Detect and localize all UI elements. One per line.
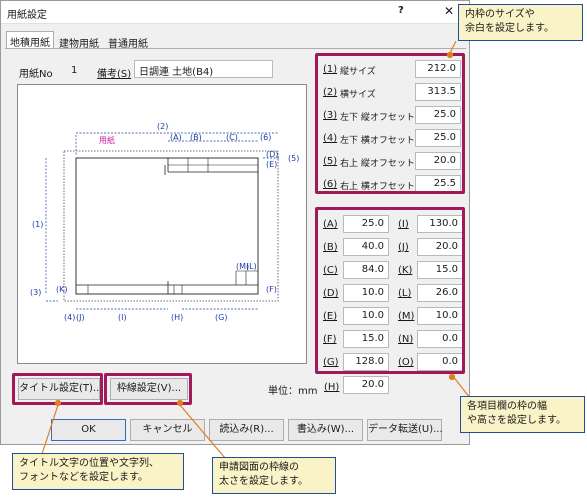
- h-key-label: (H): [324, 382, 340, 393]
- title-setting-button[interactable]: タイトル設定(T)...: [18, 378, 102, 400]
- size-input-2[interactable]: 313.5: [415, 83, 461, 101]
- column-key-i: (I): [398, 219, 409, 230]
- size-label-5: 右上 縦オフセット: [340, 159, 415, 169]
- dim-label-i: (I): [118, 313, 127, 322]
- column-key-m: (M): [398, 311, 415, 322]
- size-input-3[interactable]: 25.0: [415, 106, 461, 124]
- h-value-input[interactable]: 20.0: [343, 376, 389, 394]
- column-key-j: (J): [398, 242, 409, 253]
- dim-label-k: (K): [56, 285, 68, 294]
- column-input-k[interactable]: 15.0: [417, 261, 463, 279]
- paper-layout-preview: (2) 用紙 (A) (B) (C) (6) (D) (E) (5) (1) (…: [17, 84, 307, 364]
- size-key-5: (5): [323, 156, 338, 167]
- callout-frame: 申請図面の枠線の 太さを設定します。: [212, 457, 336, 494]
- dim-label-1: (1): [32, 220, 43, 229]
- dim-label-a: (A): [170, 133, 182, 142]
- dim-label-e: (E): [266, 160, 277, 169]
- size-label-1: 縦サイズ: [340, 67, 376, 77]
- size-label-3: 左下 縦オフセット: [340, 113, 415, 123]
- column-key-k: (K): [398, 265, 413, 276]
- load-button[interactable]: 読込み(R)...: [209, 419, 284, 441]
- size-input-4[interactable]: 25.0: [415, 129, 461, 147]
- column-key-c: (C): [323, 265, 338, 276]
- column-input-i[interactable]: 130.0: [417, 215, 463, 233]
- column-input-j[interactable]: 20.0: [417, 238, 463, 256]
- column-input-a[interactable]: 25.0: [343, 215, 389, 233]
- write-button[interactable]: 書込み(W)...: [288, 419, 363, 441]
- column-key-g: (G): [323, 357, 339, 368]
- callout-size: 内枠のサイズや 余白を設定します。: [458, 4, 583, 41]
- paper-label: 用紙: [99, 135, 115, 145]
- dim-label-6: (6): [260, 133, 271, 142]
- column-input-e[interactable]: 10.0: [343, 307, 389, 325]
- column-input-f[interactable]: 15.0: [343, 330, 389, 348]
- help-icon[interactable]: ?: [398, 5, 404, 16]
- column-key-a: (A): [323, 219, 338, 230]
- paper-no-label: 用紙No: [19, 69, 53, 80]
- title-bar: 用紙設定 ? ✕: [1, 1, 469, 24]
- size-key-1: (1): [323, 64, 338, 75]
- column-key-f: (F): [323, 334, 337, 345]
- size-input-5[interactable]: 20.0: [415, 152, 461, 170]
- column-input-g[interactable]: 128.0: [343, 353, 389, 371]
- dim-label-d: (D): [266, 150, 278, 159]
- data-transfer-button[interactable]: データ転送(U)...: [367, 419, 443, 441]
- dim-label-j: (J): [76, 313, 85, 322]
- tab-land-paper[interactable]: 地積用紙: [6, 31, 54, 49]
- column-key-o: (O): [398, 357, 414, 368]
- dim-label-4: (4): [64, 313, 75, 322]
- size-key-4: (4): [323, 133, 338, 144]
- size-key-6: (6): [323, 179, 338, 190]
- column-input-c[interactable]: 84.0: [343, 261, 389, 279]
- cancel-button[interactable]: キャンセル: [130, 419, 205, 441]
- size-input-6[interactable]: 25.5: [415, 175, 461, 193]
- size-label-6: 右上 横オフセット: [340, 182, 415, 192]
- tab-normal-paper[interactable]: 普通用紙: [105, 33, 151, 50]
- dim-label-c: (C): [226, 133, 238, 142]
- column-input-l[interactable]: 26.0: [417, 284, 463, 302]
- close-icon[interactable]: ✕: [444, 4, 454, 18]
- column-input-o[interactable]: 0.0: [417, 353, 463, 371]
- dim-label-3: (3): [30, 288, 41, 297]
- note-input[interactable]: 日調連 土地(B4): [134, 60, 273, 78]
- column-key-b: (B): [323, 242, 338, 253]
- dim-label-f: (F): [266, 285, 277, 294]
- size-label-2: 横サイズ: [340, 90, 376, 100]
- size-key-3: (3): [323, 110, 338, 121]
- unit-label: 単位：mm: [268, 386, 318, 397]
- frame-setting-button[interactable]: 枠線設定(V)...: [110, 378, 188, 400]
- column-input-d[interactable]: 10.0: [343, 284, 389, 302]
- column-key-d: (D): [323, 288, 339, 299]
- diagram-labels: (2) 用紙 (A) (B) (C) (6) (D) (E) (5) (1) (…: [30, 122, 299, 322]
- callout-title: タイトル文字の位置や文字列、 フォントなどを設定します。: [12, 453, 184, 490]
- callout-columns: 各項目欄の枠の幅 や高さを設定します。: [460, 396, 585, 433]
- column-key-l: (L): [398, 288, 412, 299]
- dim-label-g: (G): [215, 313, 227, 322]
- column-input-b[interactable]: 40.0: [343, 238, 389, 256]
- dim-label-l: (L): [246, 262, 257, 271]
- dim-label-5: (5): [288, 154, 299, 163]
- dim-label-2: (2): [157, 122, 168, 131]
- column-key-n: (N): [398, 334, 414, 345]
- paper-settings-dialog: 用紙設定 ? ✕ 地積用紙 建物用紙 普通用紙 用紙No 1 備考(S) 日調連…: [0, 0, 470, 445]
- dim-label-h: (H): [171, 313, 183, 322]
- column-input-n[interactable]: 0.0: [417, 330, 463, 348]
- tab-divider: [5, 48, 466, 49]
- size-key-2: (2): [323, 87, 338, 98]
- note-label: 備考(S): [97, 69, 132, 80]
- layout-diagram: (2) 用紙 (A) (B) (C) (6) (D) (E) (5) (1) (…: [30, 122, 299, 322]
- column-input-m[interactable]: 10.0: [417, 307, 463, 325]
- window-title: 用紙設定: [7, 10, 47, 21]
- column-key-e: (E): [323, 311, 338, 322]
- paper-no-value: 1: [71, 65, 78, 76]
- inner-frame: [75, 157, 259, 295]
- ok-button[interactable]: OK: [51, 419, 126, 441]
- size-label-4: 左下 横オフセット: [340, 136, 415, 146]
- dim-label-b: (B): [190, 133, 202, 142]
- size-input-1[interactable]: 212.0: [415, 60, 461, 78]
- tab-building-paper[interactable]: 建物用紙: [56, 33, 102, 50]
